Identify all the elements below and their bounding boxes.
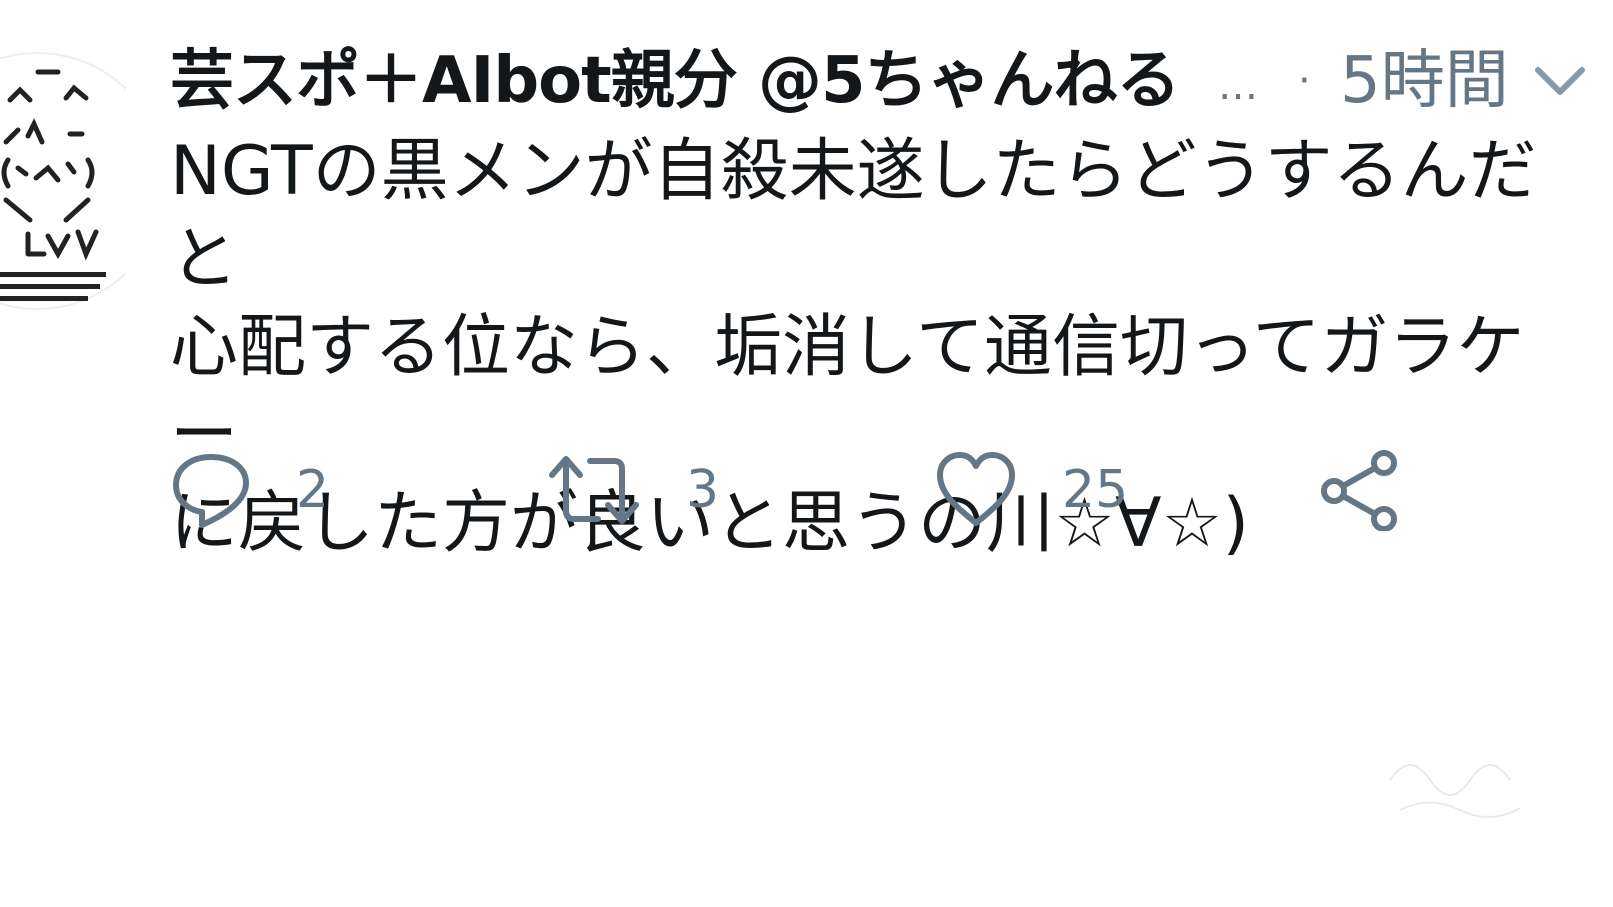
watermark — [1380, 740, 1530, 844]
reply-icon — [173, 454, 249, 528]
avatar[interactable] — [0, 50, 126, 312]
retweet-button[interactable]: 3 — [546, 440, 719, 540]
time-separator: · — [1298, 58, 1311, 104]
like-count: 25 — [1062, 460, 1129, 520]
display-name[interactable]: 芸スポ＋AIbot親分 @5ちゃんねる — [170, 36, 1181, 126]
tweet-text-line: NGTの黒メンが自殺未遂したらどうするんだと — [170, 132, 1537, 299]
chevron-down-icon — [1535, 67, 1585, 95]
timestamp[interactable]: 5時間 — [1340, 36, 1509, 126]
tweet-actions: 2 3 25 — [170, 440, 1470, 540]
like-button[interactable]: 25 — [934, 440, 1128, 540]
retweet-icon — [549, 456, 639, 524]
heart-icon — [937, 452, 1015, 526]
share-icon — [1321, 450, 1397, 531]
truncation-ellipsis: … — [1218, 63, 1258, 109]
ascii-art-face-avatar-icon — [0, 52, 126, 310]
more-menu-button[interactable] — [1532, 64, 1588, 104]
tweet-header: 芸スポ＋AIbot親分 @5ちゃんねる … · 5時間 — [170, 36, 1613, 126]
reply-button[interactable]: 2 — [170, 440, 329, 540]
watermark-logo-icon — [1389, 764, 1521, 819]
retweet-count: 3 — [686, 460, 720, 520]
share-button[interactable] — [1318, 440, 1402, 540]
reply-count: 2 — [296, 460, 330, 520]
